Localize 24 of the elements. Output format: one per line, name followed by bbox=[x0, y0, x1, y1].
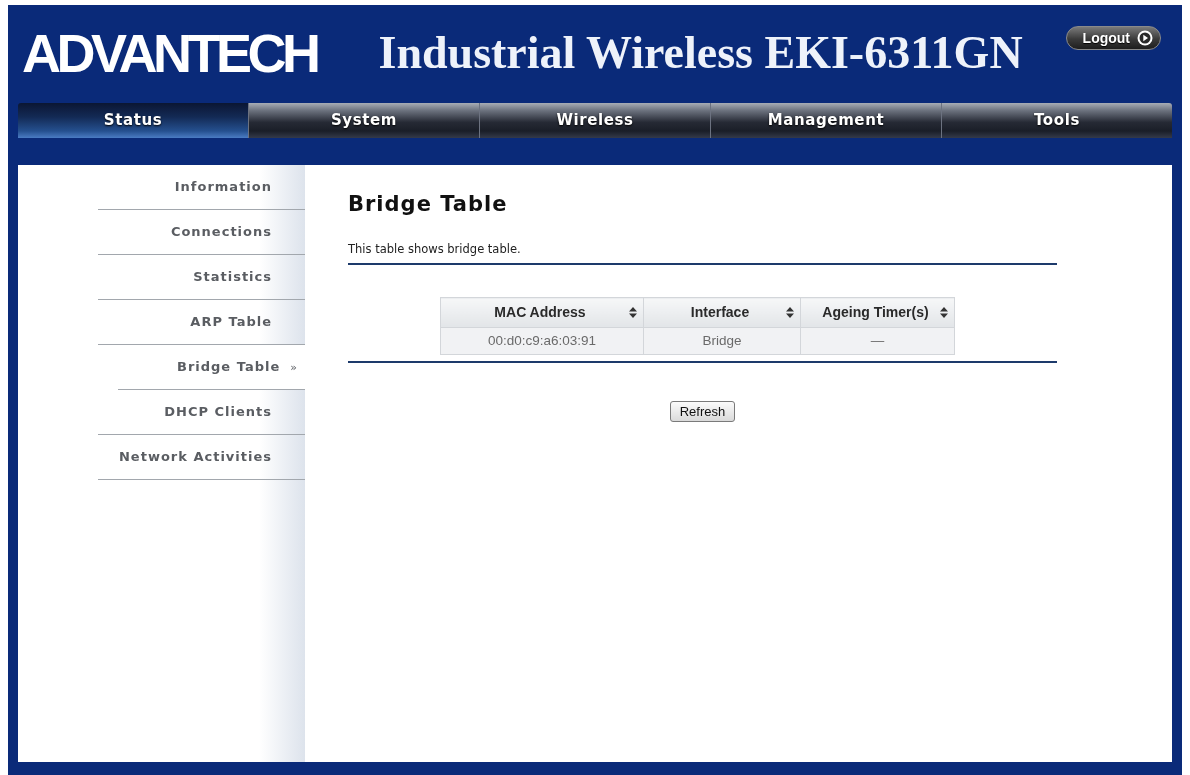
table-cell: Bridge bbox=[643, 327, 801, 355]
table-cell: — bbox=[800, 327, 955, 355]
sidebar-item[interactable]: Statistics bbox=[98, 255, 305, 300]
nav-tab[interactable]: Tools bbox=[941, 103, 1172, 138]
sidebar-item[interactable]: DHCP Clients bbox=[98, 390, 305, 435]
nav-tab[interactable]: System bbox=[248, 103, 479, 138]
sidebar-item[interactable]: Connections bbox=[98, 210, 305, 255]
column-header[interactable]: MAC Address bbox=[440, 297, 644, 328]
page-description: This table shows bridge table. bbox=[348, 242, 521, 256]
play-circle-icon bbox=[1137, 30, 1153, 46]
refresh-button[interactable]: Refresh bbox=[669, 401, 736, 422]
logout-button[interactable]: Logout bbox=[1065, 26, 1161, 50]
sidebar-item[interactable]: Bridge Table » bbox=[118, 345, 305, 390]
brand-logo: ADVANTECH bbox=[22, 26, 317, 80]
sidebar-item[interactable]: Information bbox=[98, 165, 305, 210]
table-cell: 00:d0:c9:a6:03:91 bbox=[440, 327, 644, 355]
product-title: Industrial Wireless EKI-6311GN bbox=[378, 30, 1023, 76]
nav-tab[interactable]: Management bbox=[710, 103, 941, 138]
column-header[interactable]: Interface bbox=[643, 297, 801, 328]
nav-tab[interactable]: Wireless bbox=[479, 103, 710, 138]
sidebar-item[interactable]: Network Activities bbox=[98, 435, 305, 480]
nav-tab[interactable]: Status bbox=[18, 103, 248, 138]
page-title: Bridge Table bbox=[348, 192, 509, 217]
column-header[interactable]: Ageing Timer(s) bbox=[800, 297, 955, 328]
